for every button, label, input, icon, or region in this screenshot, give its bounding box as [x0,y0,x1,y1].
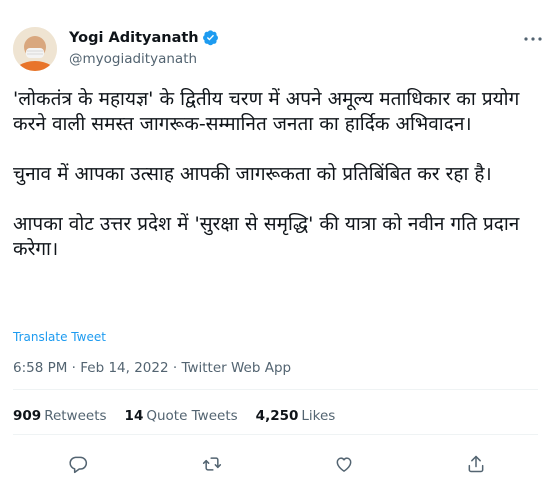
retweet-icon[interactable] [200,452,224,476]
retweets-count: 909 [13,408,42,424]
like-icon[interactable] [332,452,356,476]
tweet-paragraph: चुनाव में आपका उत्साह आपकी जागरूकता को प… [13,163,492,185]
tweet-timestamp[interactable]: 6:58 PM · Feb 14, 2022 · Twitter Web App [13,360,291,376]
more-icon[interactable] [522,31,544,47]
quote-tweets-stat[interactable]: 14 Quote Tweets [125,408,238,424]
quote-tweets-count: 14 [124,408,144,424]
translate-tweet-link[interactable]: Translate Tweet [13,330,106,344]
avatar[interactable] [13,27,57,71]
divider [13,434,538,435]
tweet-text: 'लोकतंत्र के महायज्ञ' के द्वितीय चरण में… [13,87,543,262]
divider [13,389,538,390]
verified-badge-icon [202,29,219,46]
retweets-stat[interactable]: 909 Retweets [13,408,107,424]
quote-tweets-label: Quote Tweets [146,408,238,424]
author-handle[interactable]: @myogiadityanath [69,51,197,67]
tweet-actions [0,452,551,476]
retweets-label: Retweets [44,408,107,424]
likes-count: 4,250 [255,408,299,424]
tweet-stats: 909 Retweets 14 Quote Tweets 4,250 Likes [13,408,353,424]
likes-label: Likes [301,408,336,424]
author-name-text[interactable]: Yogi Adityanath [69,30,199,46]
share-icon[interactable] [464,452,488,476]
likes-stat[interactable]: 4,250 Likes [256,408,336,424]
reply-icon[interactable] [66,452,90,476]
tweet-paragraph: 'लोकतंत्र के महायज्ञ' के द्वितीय चरण में… [13,88,520,135]
tweet-card: Yogi Adityanath @myogiadityanath 'लोकतंत… [0,0,551,492]
tweet-paragraph: आपका वोट उत्तर प्रदेश में 'सुरक्षा से सम… [13,213,520,260]
author-name[interactable]: Yogi Adityanath [69,29,219,46]
